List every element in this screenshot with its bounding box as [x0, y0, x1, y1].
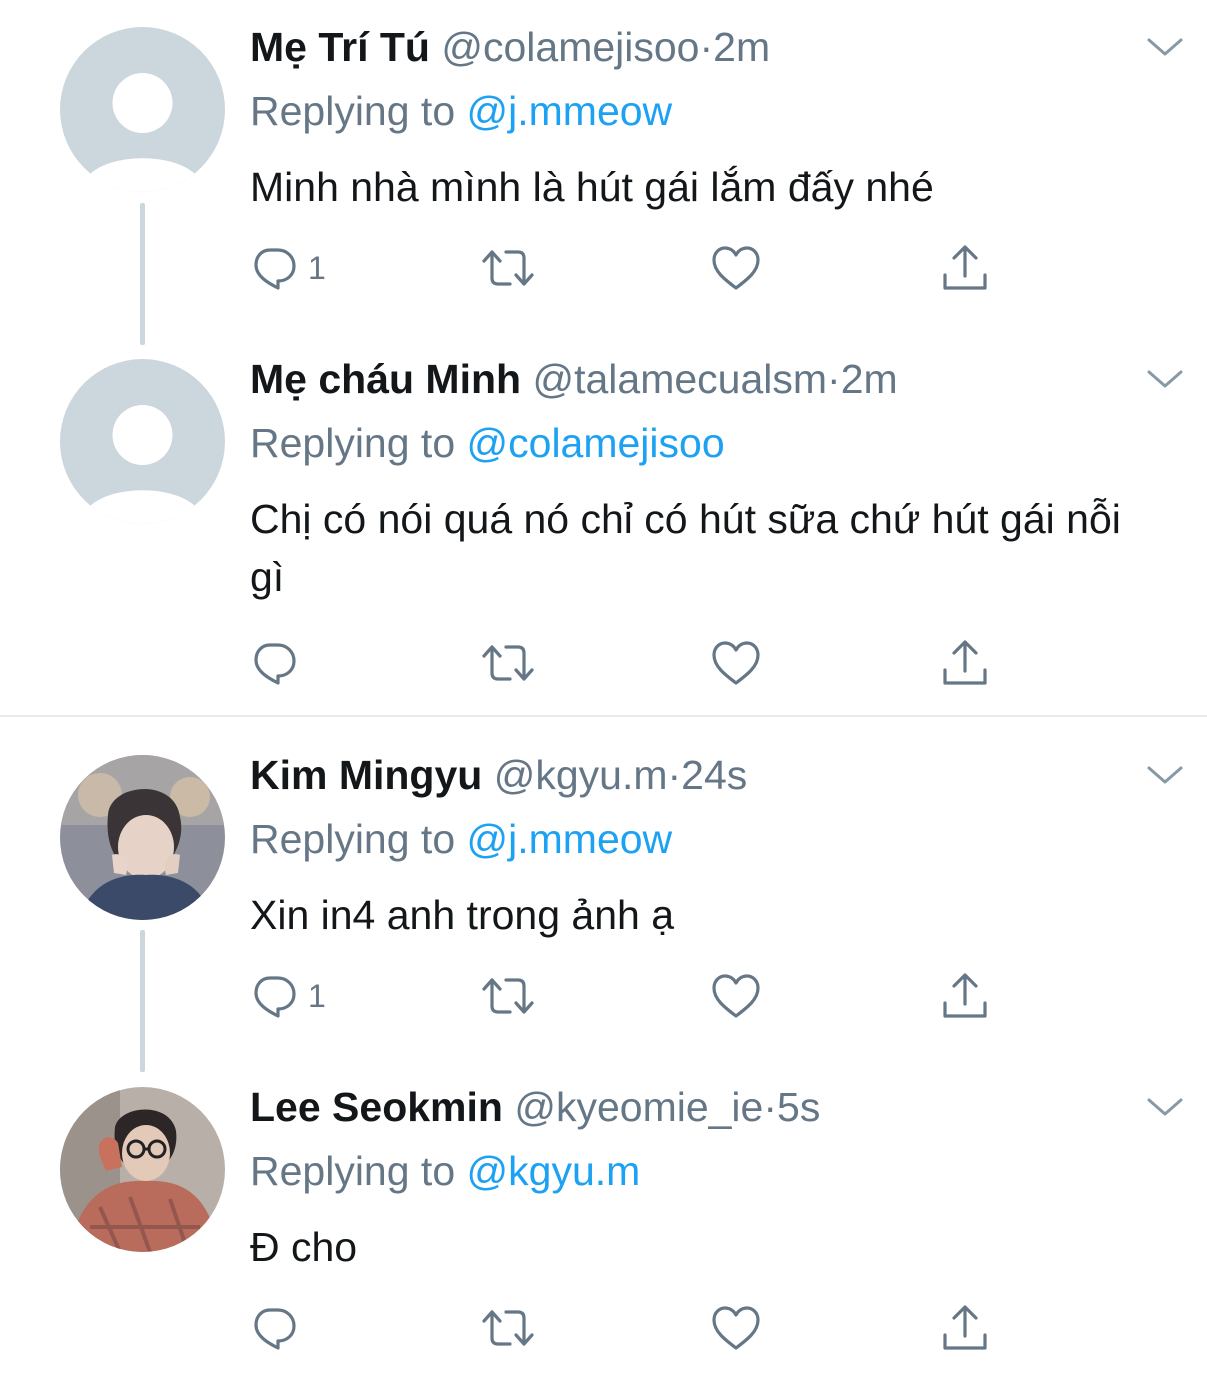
- share-button[interactable]: [940, 1302, 990, 1354]
- replying-to-label: Replying to: [250, 420, 467, 466]
- retweet-button[interactable]: [480, 1302, 536, 1354]
- reply-icon: [254, 248, 296, 290]
- tweet-header: Mẹ Trí Tú @colamejisoo·2m: [250, 22, 770, 72]
- separator-dot: ·: [763, 1084, 778, 1130]
- tweet[interactable]: Kim Mingyu @kgyu.m·24s Replying to @j.mm…: [0, 750, 1207, 1050]
- action-bar: 1: [250, 242, 1010, 294]
- replying-to-mention[interactable]: @j.mmeow: [467, 816, 673, 862]
- reply-icon: [254, 976, 296, 1018]
- reply-button[interactable]: 1: [250, 970, 326, 1022]
- tweet-text: Xin in4 anh trong ảnh ạ: [250, 892, 674, 938]
- reply-icon: [254, 643, 296, 685]
- timestamp[interactable]: 5s: [777, 1084, 820, 1130]
- chevron-down-icon[interactable]: [1145, 762, 1185, 788]
- thread-line: [140, 930, 145, 1072]
- separator-dot: ·: [667, 752, 682, 798]
- timestamp[interactable]: 2m: [841, 356, 898, 402]
- default-avatar-icon: [60, 359, 225, 524]
- replying-to: Replying to @colamejisoo: [250, 418, 725, 468]
- display-name[interactable]: Mẹ cháu Minh: [250, 356, 521, 402]
- tweet-text: Chị có nói quá nó chỉ có hút sữa chứ hút…: [250, 496, 1121, 600]
- tweet-text: Minh nhà mình là hút gái lắm đấy nhé: [250, 164, 934, 210]
- like-button[interactable]: [710, 970, 762, 1022]
- profile-photo: [60, 755, 225, 920]
- tweet-text: Đ cho: [250, 1224, 358, 1270]
- timestamp[interactable]: 24s: [681, 752, 747, 798]
- retweet-button[interactable]: [480, 637, 536, 689]
- replying-to-mention[interactable]: @j.mmeow: [467, 88, 673, 134]
- profile-photo: [60, 1087, 225, 1252]
- user-handle[interactable]: @kyeomie_ie: [514, 1084, 763, 1130]
- share-button[interactable]: [940, 242, 990, 294]
- retweet-icon: [482, 645, 534, 681]
- share-icon: [943, 640, 987, 685]
- retweet-icon: [482, 1310, 534, 1346]
- reply-icon: [254, 1308, 296, 1350]
- user-handle[interactable]: @colamejisoo: [441, 24, 699, 70]
- like-button[interactable]: [710, 637, 762, 689]
- reply-button[interactable]: 1: [250, 242, 326, 294]
- share-icon: [943, 245, 987, 290]
- replying-to-label: Replying to: [250, 1148, 467, 1194]
- tweet-header: Mẹ cháu Minh @talamecualsm·2m: [250, 354, 898, 404]
- like-icon: [712, 1306, 760, 1350]
- share-button[interactable]: [940, 970, 990, 1022]
- retweet-button[interactable]: [480, 242, 536, 294]
- replying-to-mention[interactable]: @colamejisoo: [467, 420, 725, 466]
- user-handle[interactable]: @talamecualsm: [532, 356, 827, 402]
- share-button[interactable]: [940, 637, 990, 689]
- replying-to: Replying to @j.mmeow: [250, 814, 672, 864]
- tweet[interactable]: Mẹ cháu Minh @talamecualsm·2m Replying t…: [0, 354, 1207, 714]
- separator-dot: ·: [827, 356, 841, 402]
- share-icon: [943, 973, 987, 1018]
- retweet-button[interactable]: [480, 970, 536, 1022]
- display-name[interactable]: Kim Mingyu: [250, 752, 482, 798]
- timestamp[interactable]: 2m: [713, 24, 770, 70]
- action-bar: [250, 1302, 1010, 1354]
- like-icon: [712, 974, 760, 1018]
- tweet[interactable]: Mẹ Trí Tú @colamejisoo·2m Replying to @j…: [0, 22, 1207, 322]
- tweet[interactable]: Lee Seokmin @kyeomie_ie·5s Replying to @…: [0, 1082, 1207, 1381]
- action-bar: 1: [250, 970, 1010, 1022]
- default-avatar-icon: [60, 27, 225, 192]
- replying-to: Replying to @kgyu.m: [250, 1146, 640, 1196]
- reply-count: 1: [308, 977, 326, 1014]
- display-name[interactable]: Lee Seokmin: [250, 1084, 503, 1130]
- reply-count: 1: [308, 249, 326, 286]
- avatar[interactable]: [60, 755, 225, 920]
- avatar[interactable]: [60, 1087, 225, 1252]
- reply-button[interactable]: [250, 1302, 308, 1354]
- display-name[interactable]: Mẹ Trí Tú: [250, 24, 430, 70]
- separator-dot: ·: [699, 24, 714, 70]
- retweet-icon: [482, 250, 534, 286]
- user-handle[interactable]: @kgyu.m: [494, 752, 668, 798]
- retweet-icon: [482, 978, 534, 1014]
- like-icon: [712, 641, 760, 685]
- avatar[interactable]: [60, 359, 225, 524]
- chevron-down-icon[interactable]: [1145, 34, 1185, 60]
- share-icon: [943, 1305, 987, 1350]
- like-button[interactable]: [710, 242, 762, 294]
- tweet-header: Lee Seokmin @kyeomie_ie·5s: [250, 1082, 820, 1132]
- action-bar: [250, 637, 1010, 689]
- avatar[interactable]: [60, 27, 225, 192]
- replying-to-mention[interactable]: @kgyu.m: [467, 1148, 641, 1194]
- like-icon: [712, 246, 760, 290]
- chevron-down-icon[interactable]: [1145, 366, 1185, 392]
- replying-to-label: Replying to: [250, 816, 467, 862]
- chevron-down-icon[interactable]: [1145, 1094, 1185, 1120]
- like-button[interactable]: [710, 1302, 762, 1354]
- conversation-divider: [0, 715, 1207, 717]
- replying-to: Replying to @j.mmeow: [250, 86, 672, 136]
- thread-line: [140, 203, 145, 345]
- tweet-header: Kim Mingyu @kgyu.m·24s: [250, 750, 747, 800]
- reply-button[interactable]: [250, 637, 308, 689]
- replying-to-label: Replying to: [250, 88, 467, 134]
